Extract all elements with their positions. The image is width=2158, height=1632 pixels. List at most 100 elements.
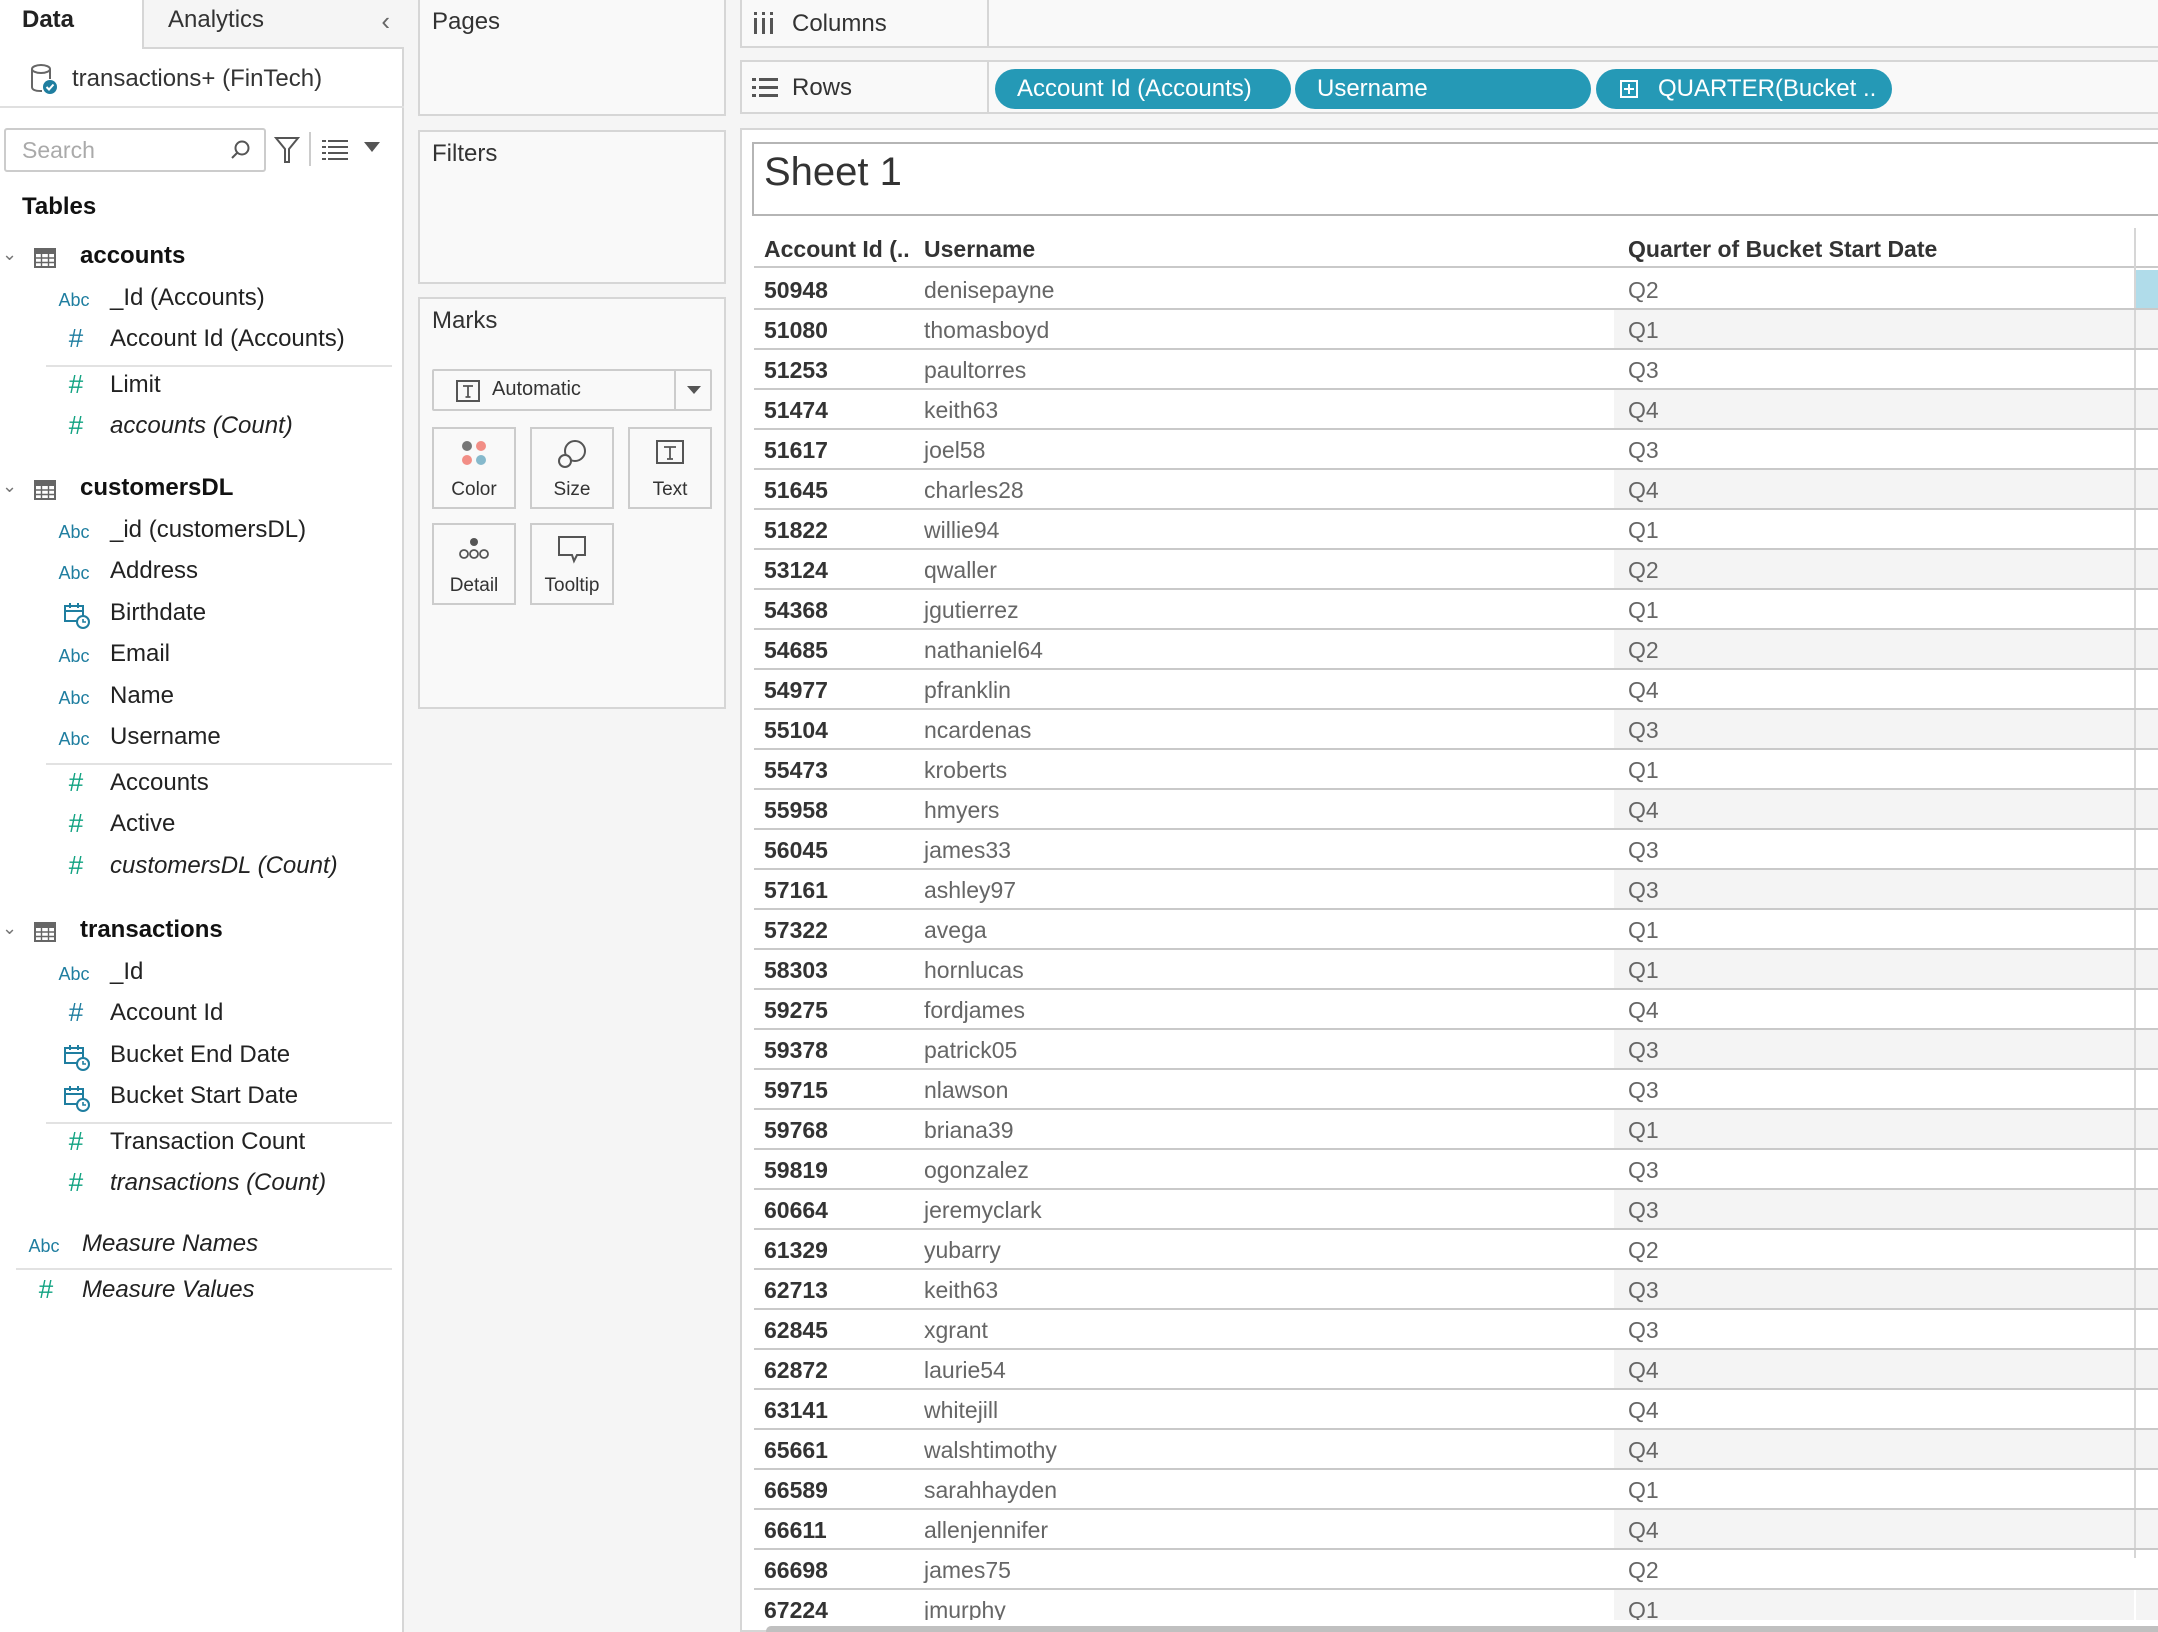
field-item[interactable]: Abc Username <box>0 719 404 759</box>
field-item[interactable]: Abc Email <box>0 636 404 676</box>
table-row[interactable]: 54977 pfranklin Q4 <box>754 670 2158 710</box>
chevron-down-icon[interactable]: ⌄ <box>2 244 17 265</box>
measure-item[interactable]: # Limit <box>0 367 404 407</box>
rows-shelf[interactable]: Rows Account Id (Accounts) Username QUAR… <box>740 60 2158 114</box>
table-row[interactable]: 55104 ncardenas Q3 <box>754 710 2158 750</box>
sheet-title-box[interactable]: Sheet 1 <box>752 142 2158 216</box>
table-row[interactable]: 51617 joel58 Q3 <box>754 430 2158 470</box>
columns-shelf[interactable]: Columns <box>740 0 2158 48</box>
chevron-down-icon[interactable] <box>674 371 710 409</box>
cell-quarter: Q2 <box>1628 277 1659 303</box>
table-row[interactable]: 59768 briana39 Q1 <box>754 1110 2158 1150</box>
table-row[interactable]: 54685 nathaniel64 Q2 <box>754 630 2158 670</box>
table-row[interactable]: 66589 sarahhayden Q1 <box>754 1470 2158 1510</box>
search-icon[interactable] <box>228 138 252 162</box>
view-dropdown-icon[interactable] <box>364 142 380 152</box>
table-row[interactable]: 62713 keith63 Q3 <box>754 1270 2158 1310</box>
datasource-item[interactable]: transactions+ (FinTech) <box>0 52 404 108</box>
measure-item[interactable]: # Active <box>0 806 404 846</box>
tab-data[interactable]: Data <box>0 0 142 49</box>
header-username[interactable]: Username <box>924 236 1035 263</box>
table-row[interactable]: 59275 fordjames Q4 <box>754 990 2158 1030</box>
tooltip-button[interactable]: Tooltip <box>530 523 614 605</box>
table-customersDL[interactable]: ⌄ customersDL <box>0 470 404 510</box>
table-row[interactable]: 55473 kroberts Q1 <box>754 750 2158 790</box>
measure-number-icon: # <box>68 766 84 797</box>
header-account-id[interactable]: Account Id (.. <box>764 236 910 263</box>
columns-shelf-label: Columns <box>742 0 989 46</box>
table-row[interactable]: 65661 walshtimothy Q4 <box>754 1430 2158 1470</box>
search-input[interactable] <box>6 130 206 170</box>
table-row[interactable]: 51474 keith63 Q4 <box>754 390 2158 430</box>
field-item[interactable]: # Account Id <box>0 995 404 1035</box>
field-item[interactable]: Bucket Start Date <box>0 1078 404 1118</box>
table-row[interactable]: 62872 laurie54 Q4 <box>754 1350 2158 1390</box>
table-row[interactable]: 56045 james33 Q3 <box>754 830 2158 870</box>
field-item[interactable]: Abc _id (customersDL) <box>0 512 404 552</box>
table-row[interactable]: 51253 paultorres Q3 <box>754 350 2158 390</box>
field-item[interactable]: # Account Id (Accounts) <box>0 321 404 361</box>
mark-type-select[interactable]: Automatic <box>432 369 712 411</box>
field-item[interactable]: Abc _Id (Accounts) <box>0 280 404 320</box>
table-row[interactable]: 57161 ashley97 Q3 <box>754 870 2158 910</box>
table-row[interactable]: 66611 allenjennifer Q4 <box>754 1510 2158 1550</box>
table-row[interactable]: 51822 willie94 Q1 <box>754 510 2158 550</box>
table-row[interactable]: 61329 yubarry Q2 <box>754 1230 2158 1270</box>
pill-account-id[interactable]: Account Id (Accounts) <box>995 69 1291 109</box>
table-row[interactable]: 57322 avega Q1 <box>754 910 2158 950</box>
row-marker <box>2136 430 2158 468</box>
detail-button[interactable]: Detail <box>432 523 516 605</box>
rows-shelf-label: Rows <box>742 62 989 112</box>
size-button[interactable]: Size <box>530 427 614 509</box>
view-list-icon[interactable] <box>322 140 348 160</box>
chevron-down-icon[interactable]: ⌄ <box>2 476 17 497</box>
header-quarter[interactable]: Quarter of Bucket Start Date <box>1628 236 1937 263</box>
table-row[interactable]: 59819 ogonzalez Q3 <box>754 1150 2158 1190</box>
cell-quarter: Q1 <box>1628 757 1659 783</box>
pill-username[interactable]: Username <box>1295 69 1591 109</box>
table-row[interactable]: 62845 xgrant Q3 <box>754 1310 2158 1350</box>
table-row[interactable]: 51645 charles28 Q4 <box>754 470 2158 510</box>
pill-quarter-bucket-start[interactable]: QUARTER(Bucket .. <box>1596 69 1892 109</box>
measure-names-field[interactable]: Abc Measure Names <box>0 1226 404 1266</box>
table-row[interactable]: 51080 thomasboyd Q1 <box>754 310 2158 350</box>
expand-plus-icon[interactable] <box>1620 80 1638 98</box>
table-row[interactable]: 55958 hmyers Q4 <box>754 790 2158 830</box>
chevron-down-icon[interactable]: ⌄ <box>2 918 17 939</box>
filters-card[interactable]: Filters <box>418 130 726 284</box>
table-row[interactable]: 58303 hornlucas Q1 <box>754 950 2158 990</box>
field-item[interactable]: Birthdate <box>0 595 404 635</box>
table-row[interactable]: 60664 jeremyclark Q3 <box>754 1190 2158 1230</box>
tab-analytics[interactable]: Analytics ‹ <box>142 0 404 49</box>
field-item[interactable]: Bucket End Date <box>0 1037 404 1077</box>
field-item[interactable]: Abc _Id <box>0 954 404 994</box>
measure-item[interactable]: # Transaction Count <box>0 1124 404 1164</box>
text-button[interactable]: Text <box>628 427 712 509</box>
measure-item[interactable]: # transactions (Count) <box>0 1165 404 1205</box>
table-name: transactions <box>80 916 223 943</box>
table-row[interactable]: 54368 jgutierrez Q1 <box>754 590 2158 630</box>
field-item[interactable]: Abc Address <box>0 553 404 593</box>
table-accounts[interactable]: ⌄ accounts <box>0 238 404 278</box>
color-button[interactable]: Color <box>432 427 516 509</box>
table-row[interactable]: 63141 whitejill Q4 <box>754 1390 2158 1430</box>
table-row[interactable]: 50948 denisepayne Q2 <box>754 270 2158 310</box>
table-row[interactable]: 66698 james75 Q2 <box>754 1550 2158 1590</box>
table-row[interactable]: 53124 qwaller Q2 <box>754 550 2158 590</box>
horizontal-scrollbar[interactable] <box>766 1626 2158 1632</box>
row-marker <box>2136 1190 2158 1228</box>
collapse-pane-icon[interactable]: ‹ <box>381 6 390 37</box>
table-row[interactable]: 59378 patrick05 Q3 <box>754 1030 2158 1070</box>
columns-label: Columns <box>792 10 887 37</box>
table-row[interactable]: 59715 nlawson Q3 <box>754 1070 2158 1110</box>
measure-item[interactable]: # Accounts <box>0 765 404 805</box>
measure-values-field[interactable]: # Measure Values <box>0 1272 404 1312</box>
mark-type-label: Automatic <box>492 378 581 400</box>
measure-item[interactable]: # customersDL (Count) <box>0 848 404 888</box>
filter-icon[interactable] <box>274 136 300 164</box>
table-transactions[interactable]: ⌄ transactions <box>0 912 404 952</box>
measure-item[interactable]: # accounts (Count) <box>0 408 404 448</box>
field-item[interactable]: Abc Name <box>0 678 404 718</box>
pages-card[interactable]: Pages <box>418 0 726 116</box>
table-row[interactable]: 67224 jmurphy Q1 <box>754 1590 2158 1620</box>
